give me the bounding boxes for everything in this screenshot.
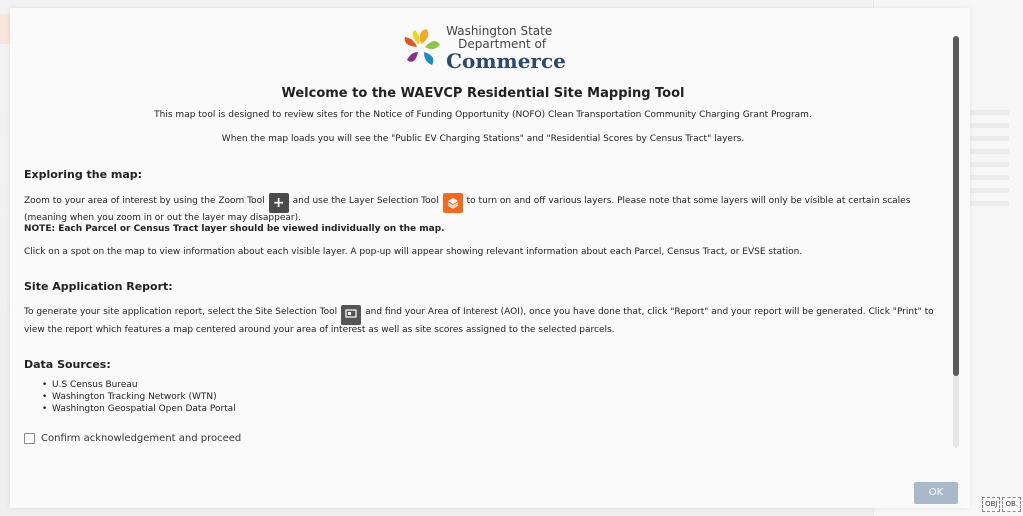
exploring-heading: Exploring the map:: [24, 168, 143, 181]
plus-icon: +: [268, 193, 289, 213]
source-item: U.S Census Bureau: [42, 379, 942, 391]
dialog-scroll-thumb[interactable]: [953, 36, 959, 376]
report-heading: Site Application Report:: [24, 280, 173, 293]
confirm-checkbox[interactable]: [24, 433, 35, 444]
sources-heading: Data Sources:: [24, 358, 111, 371]
layers-icon: [442, 193, 463, 213]
commerce-star-icon: [404, 29, 441, 65]
sources-list: U.S Census Bureau Washington Tracking Ne…: [24, 379, 942, 415]
dialog-scrollbar[interactable]: [953, 36, 959, 448]
source-item: Washington Geospatial Open Data Portal: [42, 403, 942, 415]
exploring-popup-text: Click on a spot on the map to view infor…: [24, 247, 803, 257]
dialog-content[interactable]: Washington State Department of Commerce …: [10, 8, 956, 508]
intro-text-2: When the map loads you will see the "Pub…: [221, 134, 745, 144]
welcome-dialog: Washington State Department of Commerce …: [10, 8, 970, 508]
obj-tag: OBJ: [982, 497, 1001, 512]
exploring-instructions: Zoom to your area of interest by using t…: [24, 193, 911, 223]
obj-tags: OBJ OB.: [982, 497, 1021, 512]
commerce-logo: Washington State Department of Commerce: [24, 24, 942, 72]
ok-button[interactable]: OK: [914, 482, 958, 504]
confirm-row[interactable]: Confirm acknowledgement and proceed: [24, 433, 942, 444]
logo-line-1: Washington State: [446, 24, 553, 38]
report-instructions: To generate your site application report…: [24, 305, 934, 335]
logo-line-3: Commerce: [446, 49, 566, 73]
select-icon: [341, 305, 362, 325]
dialog-title: Welcome to the WAEVCP Residential Site M…: [281, 86, 685, 101]
confirm-label: Confirm acknowledgement and proceed: [41, 433, 242, 444]
intro-text-1: This map tool is designed to review site…: [154, 110, 812, 120]
exploring-note: NOTE: Each Parcel or Census Tract layer …: [24, 224, 445, 234]
source-item: Washington Tracking Network (WTN): [42, 391, 942, 403]
obj-tag: OB.: [1002, 497, 1021, 512]
